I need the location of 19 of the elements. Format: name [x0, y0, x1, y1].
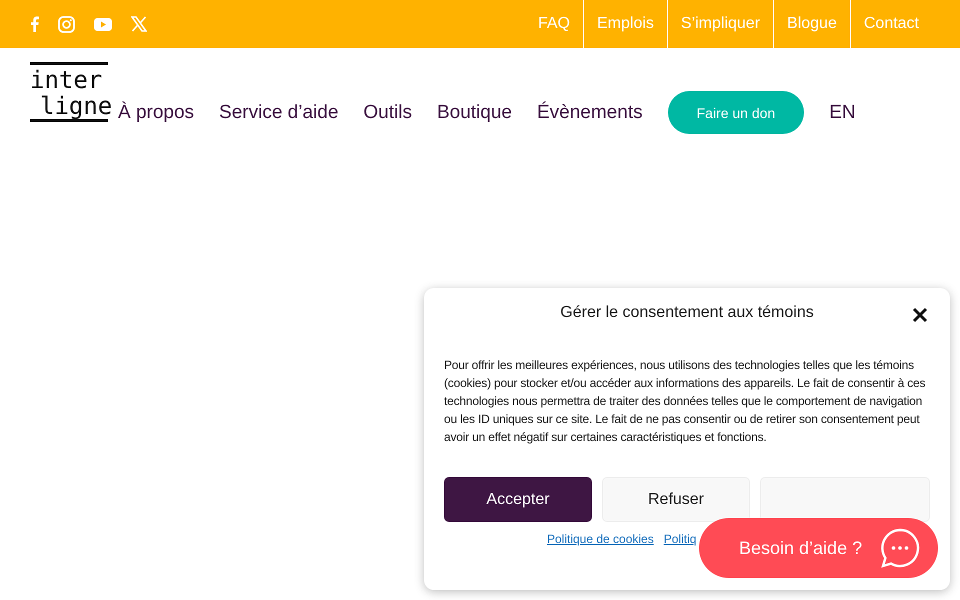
youtube-icon[interactable] [94, 18, 112, 30]
x-icon[interactable] [131, 16, 147, 32]
instagram-icon[interactable] [58, 16, 75, 32]
consent-text: Pour offrir les meilleures expériences, nous utilisons des technologies telles que les témoins (cookies) pour stocker et/ou accéder aux informations des appareils. Le fait de consentir à ces technologies nous permettra de traiter des données telles que le comportement de navigation ou les ID uniques sur ce site. Le fait de ne pas consentir ou de retirer son consentement peut avoir un effet négatif sur certaines caractéristiques et fonctions. [444, 357, 926, 446]
nav-link[interactable]: Outils [363, 102, 412, 124]
nav-link[interactable]: À propos [118, 102, 194, 124]
accept-button[interactable]: Accepter [444, 477, 592, 522]
policy-link[interactable]: Politique de cookies [547, 532, 654, 546]
close-icon[interactable] [912, 307, 928, 323]
facebook-icon[interactable] [30, 16, 39, 32]
nav-link[interactable]: Boutique [436, 102, 512, 124]
policy-link[interactable]: Politiq [664, 532, 696, 546]
dialog-title: Gérer le consentement aux témoins [560, 304, 814, 322]
chat-bubble-icon [880, 528, 920, 568]
refuse-button[interactable]: Refuser [602, 477, 750, 522]
preferences-button[interactable] [760, 477, 930, 522]
nav-link[interactable]: Évènements [536, 102, 643, 124]
nav-link[interactable]: Service d’aide [219, 102, 338, 124]
language-link[interactable]: EN [829, 102, 856, 124]
